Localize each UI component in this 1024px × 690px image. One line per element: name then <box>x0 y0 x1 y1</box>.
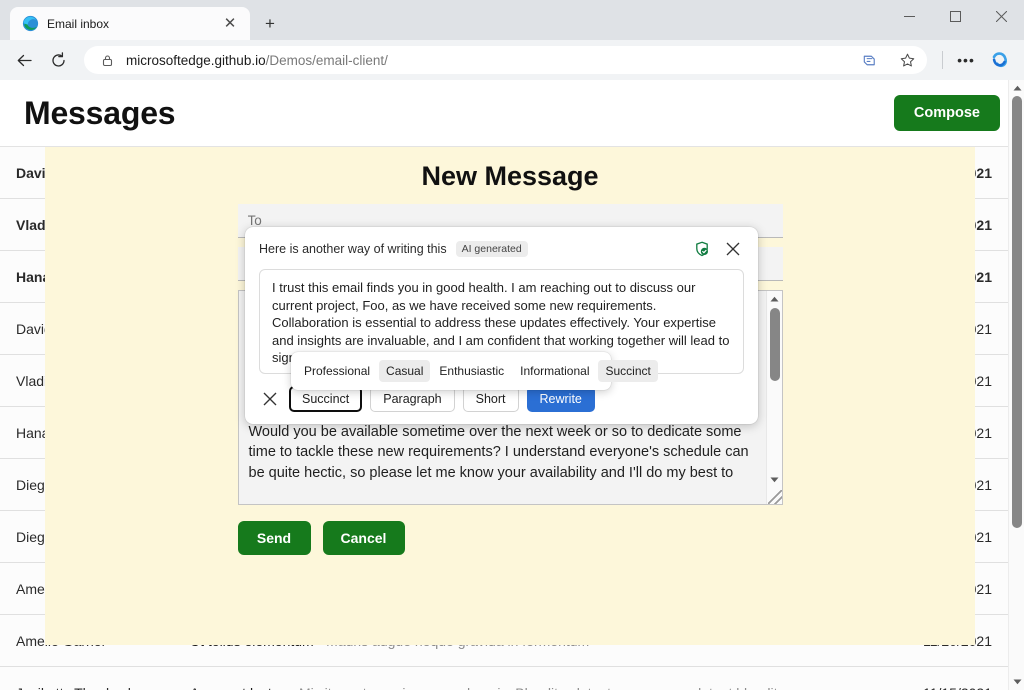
tone-option[interactable]: Casual <box>379 360 430 382</box>
compose-button[interactable]: Compose <box>894 95 1000 131</box>
browser-titlebar: Email inbox ✕ + <box>0 0 1024 40</box>
url-path: /Demos/email-client/ <box>266 53 388 68</box>
ai-popup-close-icon[interactable] <box>722 238 744 260</box>
send-button[interactable]: Send <box>238 521 311 555</box>
email-subject: Augue ut lectus <box>190 685 287 690</box>
textarea-scrollbar[interactable] <box>766 291 782 504</box>
email-sender: Jovikutty Thankachan <box>16 685 190 690</box>
textarea-scroll-up-icon[interactable] <box>767 291 783 307</box>
page-scrollbar-thumb[interactable] <box>1012 96 1022 528</box>
window-minimize-button[interactable] <box>886 0 932 33</box>
browser-settings-icon[interactable]: ••• <box>950 44 982 76</box>
browser-tab[interactable]: Email inbox ✕ <box>10 7 250 40</box>
back-icon[interactable] <box>8 44 40 76</box>
page-viewport: Messages Compose David HamiltonNulla fac… <box>0 80 1024 690</box>
shield-check-icon[interactable] <box>691 238 713 260</box>
scroll-down-icon[interactable] <box>1009 674 1024 690</box>
window-maximize-button[interactable] <box>932 0 978 33</box>
cancel-button[interactable]: Cancel <box>323 521 405 555</box>
toolbar-divider <box>942 51 943 69</box>
edge-icon <box>22 15 39 32</box>
email-preview: - Mi sit amet mauris commodo quis. Bland… <box>287 685 778 690</box>
compose-actions: Send Cancel <box>238 521 783 555</box>
tone-option[interactable]: Succinct <box>598 360 657 382</box>
window-controls <box>886 0 1024 33</box>
email-date: 11/15/2021 <box>896 685 992 690</box>
email-summary: Augue ut lectus - Mi sit amet mauris com… <box>190 685 896 690</box>
compose-dialog-title: New Message <box>45 161 975 192</box>
page-scrollbar[interactable] <box>1008 80 1024 690</box>
ai-generated-badge: AI generated <box>456 241 528 257</box>
lock-icon <box>94 47 120 73</box>
body-text-rest: Would you be available sometime over the… <box>249 422 760 484</box>
url-domain: microsoftedge.github.io <box>126 53 266 68</box>
star-icon[interactable] <box>891 44 923 76</box>
refresh-icon[interactable] <box>42 44 74 76</box>
ai-rewrite-popup: Here is another way of writing this AI g… <box>245 227 758 424</box>
page-header: Messages Compose <box>0 80 1024 147</box>
tone-option[interactable]: Informational <box>513 360 596 382</box>
ai-dismiss-icon[interactable] <box>259 388 281 410</box>
textarea-scrollbar-thumb[interactable] <box>770 308 780 381</box>
browser-window: Email inbox ✕ + m <box>0 0 1024 690</box>
window-close-button[interactable] <box>978 0 1024 33</box>
tab-strip: Email inbox ✕ + <box>0 0 282 40</box>
scroll-up-icon[interactable] <box>1009 80 1024 96</box>
copilot-icon[interactable] <box>984 44 1016 76</box>
ai-popup-header: Here is another way of writing this AI g… <box>259 237 744 261</box>
address-bar[interactable]: microsoftedge.github.io/Demos/email-clie… <box>84 46 927 74</box>
page-title: Messages <box>24 95 175 132</box>
read-aloud-icon[interactable] <box>853 44 885 76</box>
address-bar-text: microsoftedge.github.io/Demos/email-clie… <box>126 53 847 68</box>
tab-title: Email inbox <box>47 17 210 31</box>
tone-option[interactable]: Enthusiastic <box>432 360 511 382</box>
browser-toolbar: microsoftedge.github.io/Demos/email-clie… <box>0 40 1024 80</box>
textarea-resize-grip[interactable] <box>768 490 782 504</box>
textarea-scroll-down-icon[interactable] <box>767 472 783 488</box>
new-tab-button[interactable]: + <box>258 11 282 35</box>
tone-option[interactable]: Professional <box>297 360 377 382</box>
tone-options-flyout: ProfessionalCasualEnthusiasticInformatio… <box>291 352 611 390</box>
ai-popup-heading: Here is another way of writing this <box>259 242 447 256</box>
email-list-item[interactable]: Jovikutty ThankachanAugue ut lectus - Mi… <box>0 667 1008 690</box>
tab-close-icon[interactable]: ✕ <box>218 12 242 36</box>
